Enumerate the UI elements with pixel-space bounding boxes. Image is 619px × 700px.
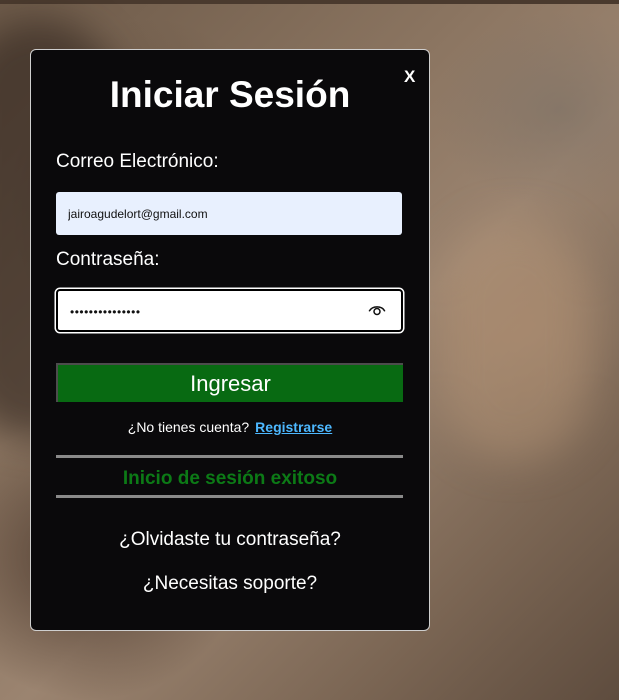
support-link[interactable]: ¿Necesitas soporte?	[31, 573, 429, 595]
eye-icon[interactable]	[368, 302, 386, 318]
divider	[56, 495, 403, 498]
register-row: ¿No tienes cuenta? Registrarse	[31, 419, 429, 435]
divider	[56, 455, 403, 458]
login-status-message: Inicio de sesión exitoso	[122, 468, 338, 489]
register-link[interactable]: Registrarse	[255, 419, 332, 435]
top-edge-bar	[0, 0, 619, 4]
password-field-wrapper	[56, 289, 403, 332]
modal-title: Iniciar Sesión	[109, 74, 351, 115]
password-label: Contraseña:	[56, 249, 160, 270]
login-modal: X Iniciar Sesión Correo Electrónico: Con…	[30, 49, 430, 631]
email-label: Correo Electrónico:	[56, 151, 219, 172]
login-button[interactable]: Ingresar	[56, 363, 403, 402]
background-shape	[440, 220, 590, 460]
password-field[interactable]	[68, 291, 362, 332]
register-prompt: ¿No tienes cuenta?	[127, 419, 250, 435]
forgot-password-link[interactable]: ¿Olvidaste tu contraseña?	[31, 529, 429, 551]
email-field[interactable]	[56, 192, 402, 235]
